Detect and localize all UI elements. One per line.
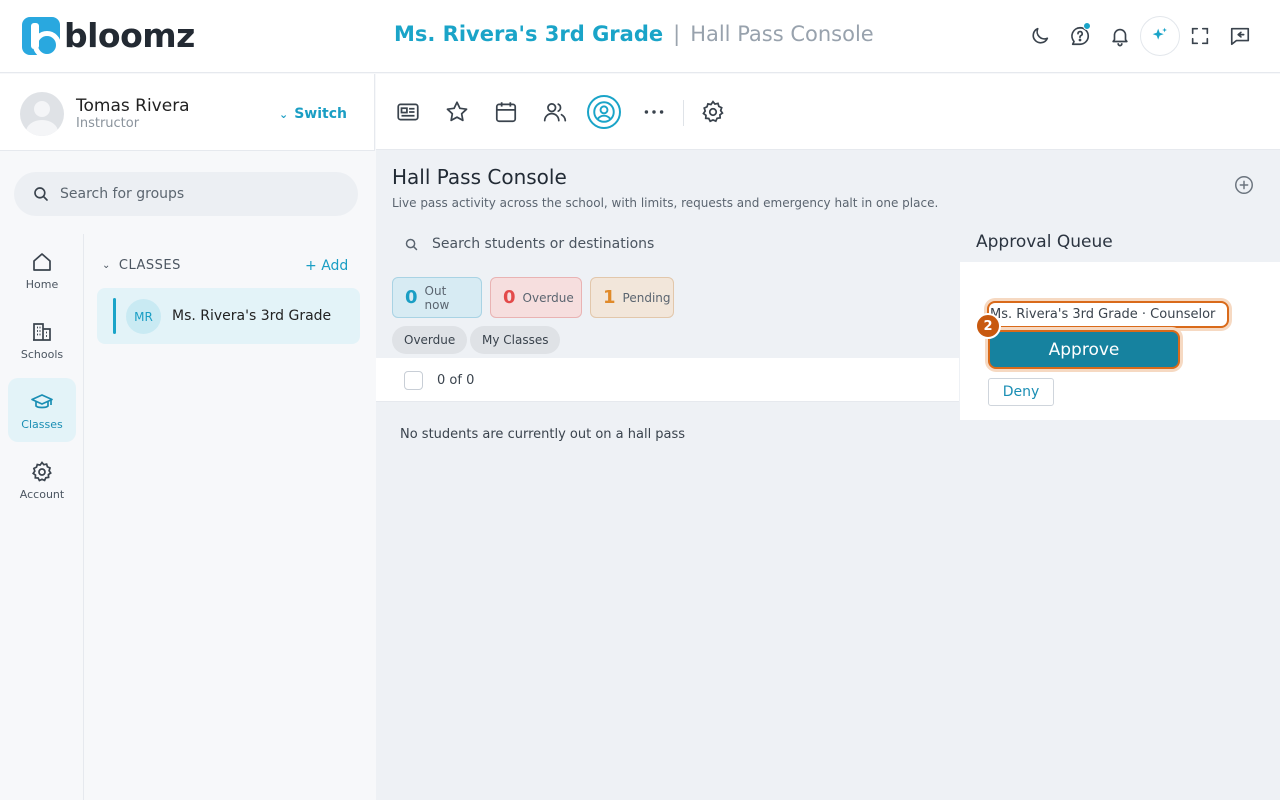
result-count: 0 of 0 bbox=[437, 373, 475, 388]
header-separator: | bbox=[673, 22, 681, 46]
home-icon bbox=[33, 252, 51, 271]
settings-icon[interactable] bbox=[696, 95, 730, 129]
approve-button[interactable]: Approve bbox=[988, 330, 1180, 369]
class-item-name: Ms. Rivera's 3rd Grade bbox=[172, 308, 332, 324]
stat-out-now-value: 0 bbox=[405, 287, 418, 308]
avatar[interactable] bbox=[20, 92, 64, 136]
profile-panel: Tomas Rivera Instructor ⌄ Switch bbox=[0, 74, 375, 151]
bloomz-logo[interactable]: bloomz bbox=[22, 16, 195, 59]
active-indicator bbox=[113, 298, 116, 334]
add-circle-icon[interactable] bbox=[1233, 174, 1255, 196]
plus-icon: + bbox=[305, 258, 317, 274]
notification-dot bbox=[1083, 22, 1091, 30]
nav-schools-label: Schools bbox=[20, 347, 64, 361]
sparkle-icon[interactable] bbox=[1140, 16, 1180, 56]
star-icon[interactable] bbox=[440, 95, 474, 129]
add-class-label: Add bbox=[321, 258, 349, 274]
more-icon[interactable] bbox=[637, 95, 671, 129]
people-icon[interactable] bbox=[538, 95, 572, 129]
group-search-input[interactable]: Search for groups bbox=[14, 172, 358, 216]
student-search-placeholder: Search students or destinations bbox=[432, 236, 655, 252]
approval-queue-title: Approval Queue bbox=[976, 232, 1113, 252]
nav-schools[interactable]: Schools bbox=[8, 308, 76, 372]
bell-icon[interactable] bbox=[1100, 16, 1140, 56]
calendar-icon[interactable] bbox=[489, 95, 523, 129]
class-initials-avatar: MR bbox=[126, 299, 161, 334]
nav-classes-label: Classes bbox=[21, 417, 63, 431]
empty-state-message: No students are currently out on a hall … bbox=[400, 427, 686, 442]
user-circle-icon[interactable] bbox=[587, 95, 621, 129]
filter-chip-my-classes[interactable]: My Classes bbox=[470, 326, 561, 354]
chevron-down-icon: ⌄ bbox=[279, 107, 289, 121]
page-description: Live pass activity across the school, wi… bbox=[392, 196, 939, 210]
select-all-checkbox[interactable] bbox=[404, 371, 423, 390]
search-icon bbox=[34, 187, 48, 201]
profile-name: Tomas Rivera bbox=[76, 96, 190, 116]
moon-icon[interactable] bbox=[1020, 16, 1060, 56]
building-icon bbox=[33, 322, 51, 341]
help-icon[interactable] bbox=[1060, 16, 1100, 56]
group-search-placeholder: Search for groups bbox=[60, 186, 185, 202]
logo-text: bloomz bbox=[64, 16, 195, 55]
top-bar: bloomz Ms. Rivera's 3rd Grade | Hall Pas… bbox=[0, 0, 1280, 73]
stat-out-now-label: Out now bbox=[424, 283, 450, 312]
switch-button[interactable]: ⌄ Switch bbox=[279, 106, 347, 122]
graduation-cap-icon bbox=[31, 393, 53, 408]
stat-overdue-value: 0 bbox=[503, 287, 516, 308]
stat-pending[interactable]: 1 Pending bbox=[590, 277, 674, 318]
nav-home-label: Home bbox=[25, 277, 59, 291]
class-item[interactable]: MR Ms. Rivera's 3rd Grade bbox=[97, 288, 360, 344]
fullscreen-icon[interactable] bbox=[1180, 16, 1220, 56]
page-title: Hall Pass Console bbox=[392, 165, 567, 189]
add-class-button[interactable]: + Add bbox=[305, 258, 348, 274]
newspaper-icon[interactable] bbox=[391, 95, 425, 129]
chevron-down-icon: ⌄ bbox=[102, 260, 111, 271]
list-header: 0 of 0 bbox=[376, 358, 959, 402]
stat-pending-value: 1 bbox=[603, 287, 616, 308]
stat-pending-label: Pending bbox=[622, 290, 671, 305]
stat-overdue-label: Overdue bbox=[522, 290, 574, 305]
switch-label: Switch bbox=[294, 106, 347, 122]
header-actions bbox=[1020, 16, 1260, 56]
gear-icon bbox=[32, 460, 52, 482]
student-search-input[interactable]: Search students or destinations bbox=[392, 228, 952, 260]
logo-mark-icon bbox=[22, 16, 61, 59]
step-badge: 2 bbox=[975, 313, 1001, 339]
approval-request-field[interactable]: Ms. Rivera's 3rd Grade · Counselor bbox=[987, 301, 1229, 328]
stat-out-now[interactable]: 0 Out now bbox=[392, 277, 482, 318]
message-icon[interactable] bbox=[1220, 16, 1260, 56]
header-page-name: Hall Pass Console bbox=[690, 22, 874, 46]
classes-heading: CLASSES bbox=[118, 258, 181, 273]
deny-button[interactable]: Deny bbox=[988, 378, 1054, 406]
nav-classes[interactable]: Classes bbox=[8, 378, 76, 442]
header-class-name: Ms. Rivera's 3rd Grade bbox=[394, 22, 664, 46]
search-icon bbox=[405, 238, 418, 250]
class-toolbar bbox=[376, 74, 1280, 150]
profile-role: Instructor bbox=[76, 116, 140, 131]
nav-account-label: Account bbox=[19, 487, 65, 501]
classes-section-toggle[interactable]: ⌄ CLASSES bbox=[102, 258, 181, 273]
nav-home[interactable]: Home bbox=[8, 238, 76, 302]
nav-account[interactable]: Account bbox=[8, 448, 76, 512]
page-heading: Ms. Rivera's 3rd Grade | Hall Pass Conso… bbox=[394, 22, 874, 46]
filter-chip-overdue[interactable]: Overdue bbox=[392, 326, 468, 354]
toolbar-divider bbox=[683, 100, 684, 126]
stat-overdue[interactable]: 0 Overdue bbox=[490, 277, 582, 318]
